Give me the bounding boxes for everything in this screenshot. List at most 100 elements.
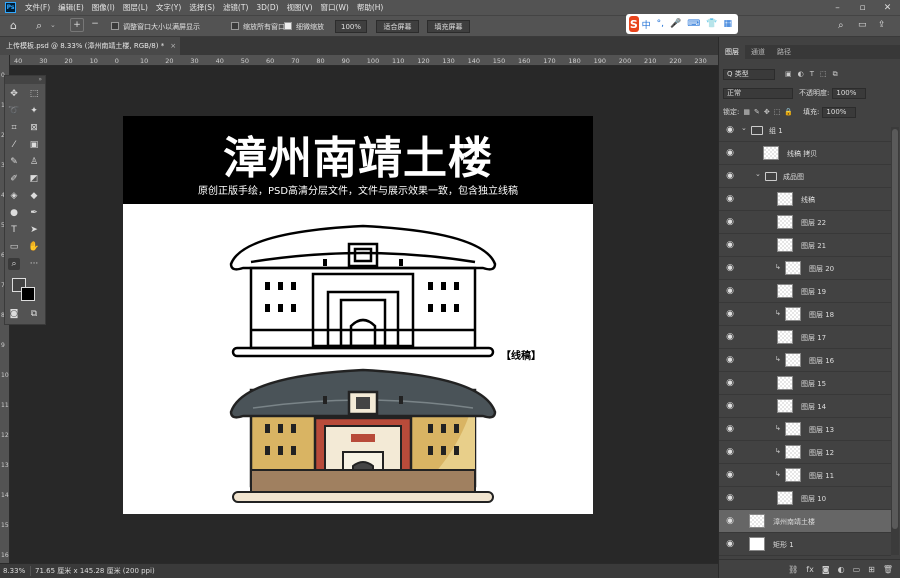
blur-tool-icon[interactable]: ◆ (28, 190, 40, 202)
menu-help[interactable]: 帮助(H) (357, 2, 384, 13)
trash-icon[interactable]: 🗑 (883, 565, 893, 574)
visibility-eye-icon[interactable]: ◉ (725, 493, 735, 503)
visibility-eye-icon[interactable]: ◉ (725, 378, 735, 388)
layer-row[interactable]: ◉ ↳ 图层 20 (719, 257, 891, 280)
menu-select[interactable]: 选择(S) (189, 2, 215, 13)
blend-mode-select[interactable]: 正常 (723, 87, 793, 99)
scrollbar-thumb[interactable] (892, 129, 898, 529)
status-doc-info[interactable]: 71.65 厘米 x 145.28 厘米 (200 ppi) (30, 566, 155, 576)
brush-tool-icon[interactable]: ✎ (8, 156, 20, 168)
menu-file[interactable]: 文件(F) (25, 2, 50, 13)
expand-chevron-icon[interactable]: ⌄ (755, 170, 761, 178)
visibility-eye-icon[interactable]: ◉ (725, 194, 735, 204)
filter-icons[interactable]: ▣◐T⬚⧉ (785, 70, 844, 79)
marquee-tool-icon[interactable]: ⬚ (28, 88, 40, 100)
link-icon[interactable]: ⛓ (788, 565, 798, 574)
opacity-input[interactable]: 100% (832, 87, 867, 99)
zoom-tool-active-icon[interactable]: ⌕ (8, 258, 20, 270)
zoom-all-checkbox[interactable] (231, 22, 239, 30)
visibility-eye-icon[interactable]: ◉ (725, 171, 735, 181)
layer-group-row[interactable]: ◉ ⌄ 成品图 (719, 165, 891, 188)
ime-skin-icon[interactable]: 👕 (706, 19, 717, 29)
visibility-eye-icon[interactable]: ◉ (725, 516, 735, 526)
more-tools-icon[interactable]: ··· (28, 258, 40, 270)
history-brush-icon[interactable]: ✐ (8, 173, 20, 185)
lasso-tool-icon[interactable]: ➰ (8, 105, 20, 117)
layer-row[interactable]: ◉ 图层 14 (719, 395, 891, 418)
share-icon[interactable]: ⇪ (878, 20, 886, 30)
expand-chevron-icon[interactable]: ⌄ (741, 124, 747, 132)
rectangle-tool-icon[interactable]: ▭ (8, 241, 20, 253)
quick-mask-icon[interactable]: ◙ (8, 308, 20, 320)
new-layer-icon[interactable]: ⊞ (868, 565, 875, 574)
close-window-icon[interactable]: ✕ (875, 0, 900, 15)
visibility-eye-icon[interactable]: ◉ (725, 470, 735, 480)
path-select-icon[interactable]: ➤ (28, 224, 40, 236)
layer-row[interactable]: ◉ ↳ 图层 11 (719, 464, 891, 487)
paint-bucket-icon[interactable]: ◈ (8, 190, 20, 202)
dodge-tool-icon[interactable]: ● (8, 207, 20, 219)
stamp-tool-icon[interactable]: ♙ (28, 156, 40, 168)
tab-channels[interactable]: 通道 (745, 45, 771, 59)
tab-layers[interactable]: 图层 (719, 45, 745, 59)
magic-wand-icon[interactable]: ✦ (28, 105, 40, 117)
maximize-icon[interactable]: ▫ (850, 0, 875, 15)
layer-row[interactable]: ◉ ↳ 图层 13 (719, 418, 891, 441)
menu-edit[interactable]: 编辑(E) (58, 2, 84, 13)
menu-view[interactable]: 视图(V) (287, 2, 313, 13)
minimize-icon[interactable]: – (825, 0, 850, 15)
layer-row[interactable]: ◉ 线稿 拷贝 (719, 142, 891, 165)
screen-mode-icon[interactable]: ⧉ (28, 308, 40, 320)
adjustment-icon[interactable]: ◐ (838, 565, 845, 574)
visibility-eye-icon[interactable]: ◉ (725, 332, 735, 342)
menu-filter[interactable]: 滤镜(T) (223, 2, 248, 13)
visibility-eye-icon[interactable]: ◉ (725, 125, 735, 135)
sogou-logo-icon[interactable]: S (629, 16, 639, 32)
visibility-eye-icon[interactable]: ◉ (725, 148, 735, 158)
layer-row[interactable]: ◉ 图层 22 (719, 211, 891, 234)
home-icon[interactable]: ⌂ (10, 19, 24, 33)
layer-filter-select[interactable]: Q 类型 (723, 68, 775, 80)
lock-icons[interactable]: ▦✎✥⬚🔒 (743, 108, 797, 116)
visibility-eye-icon[interactable]: ◉ (725, 286, 735, 296)
layer-row[interactable]: ◉ ↳ 图层 18 (719, 303, 891, 326)
frame-tool-icon[interactable]: ⊠ (28, 122, 40, 134)
visibility-eye-icon[interactable]: ◉ (725, 355, 735, 365)
fx-icon[interactable]: fx (806, 565, 814, 574)
menu-window[interactable]: 窗口(W) (321, 2, 349, 13)
folder-icon[interactable]: ▭ (853, 565, 861, 574)
healing-brush-icon[interactable]: ▣ (28, 139, 40, 151)
zoom-100-button[interactable]: 100% (335, 20, 367, 33)
workspace-icon[interactable]: ▭ (858, 20, 867, 30)
visibility-eye-icon[interactable]: ◉ (725, 309, 735, 319)
eraser-icon[interactable]: ◩ (28, 173, 40, 185)
layer-row[interactable]: ◉ 图层 15 (719, 372, 891, 395)
hand-tool-icon[interactable]: ✋ (28, 241, 40, 253)
visibility-eye-icon[interactable]: ◉ (725, 447, 735, 457)
zoom-out-icon[interactable]: − (88, 18, 102, 32)
visibility-eye-icon[interactable]: ◉ (725, 424, 735, 434)
eyedropper-icon[interactable]: ⁄ (8, 139, 20, 151)
status-zoom[interactable]: 8.33% (0, 567, 30, 575)
fill-screen-button[interactable]: 填充屏幕 (427, 20, 470, 33)
horizontal-ruler[interactable]: 40 30 20 10 0 10 20 30 40 50 60 70 80 90 100 110 120 130 1… (10, 55, 718, 66)
layer-row[interactable]: ◉ 图层 19 (719, 280, 891, 303)
menu-image[interactable]: 图像(I) (92, 2, 115, 13)
close-tab-icon[interactable]: × (170, 42, 176, 50)
menu-layer[interactable]: 图层(L) (123, 2, 148, 13)
visibility-eye-icon[interactable]: ◉ (725, 401, 735, 411)
ime-punctuation-icon[interactable]: °, (657, 19, 664, 29)
document-canvas[interactable]: 漳州南靖土楼 原创正版手绘，PSD高清分层文件，文件与展示效果一致，包含独立线稿… (123, 116, 593, 514)
layer-row[interactable]: ◉ 矩形 1 (719, 533, 891, 556)
tools-panel-header[interactable]: » (5, 76, 45, 84)
visibility-eye-icon[interactable]: ◉ (725, 240, 735, 250)
ime-voice-icon[interactable]: 🎤 (670, 19, 681, 29)
mask-icon[interactable]: ◙ (822, 565, 830, 574)
type-tool-icon[interactable]: T (8, 224, 20, 236)
layer-row[interactable]: ◉ 线稿 (719, 188, 891, 211)
visibility-eye-icon[interactable]: ◉ (725, 217, 735, 227)
zoom-tool-icon[interactable]: ⌕ (36, 19, 42, 33)
ime-chinese-mode[interactable]: 中 (642, 18, 651, 31)
zoom-in-icon[interactable]: + (70, 18, 84, 32)
search-icon[interactable]: ⌕ (838, 20, 844, 31)
